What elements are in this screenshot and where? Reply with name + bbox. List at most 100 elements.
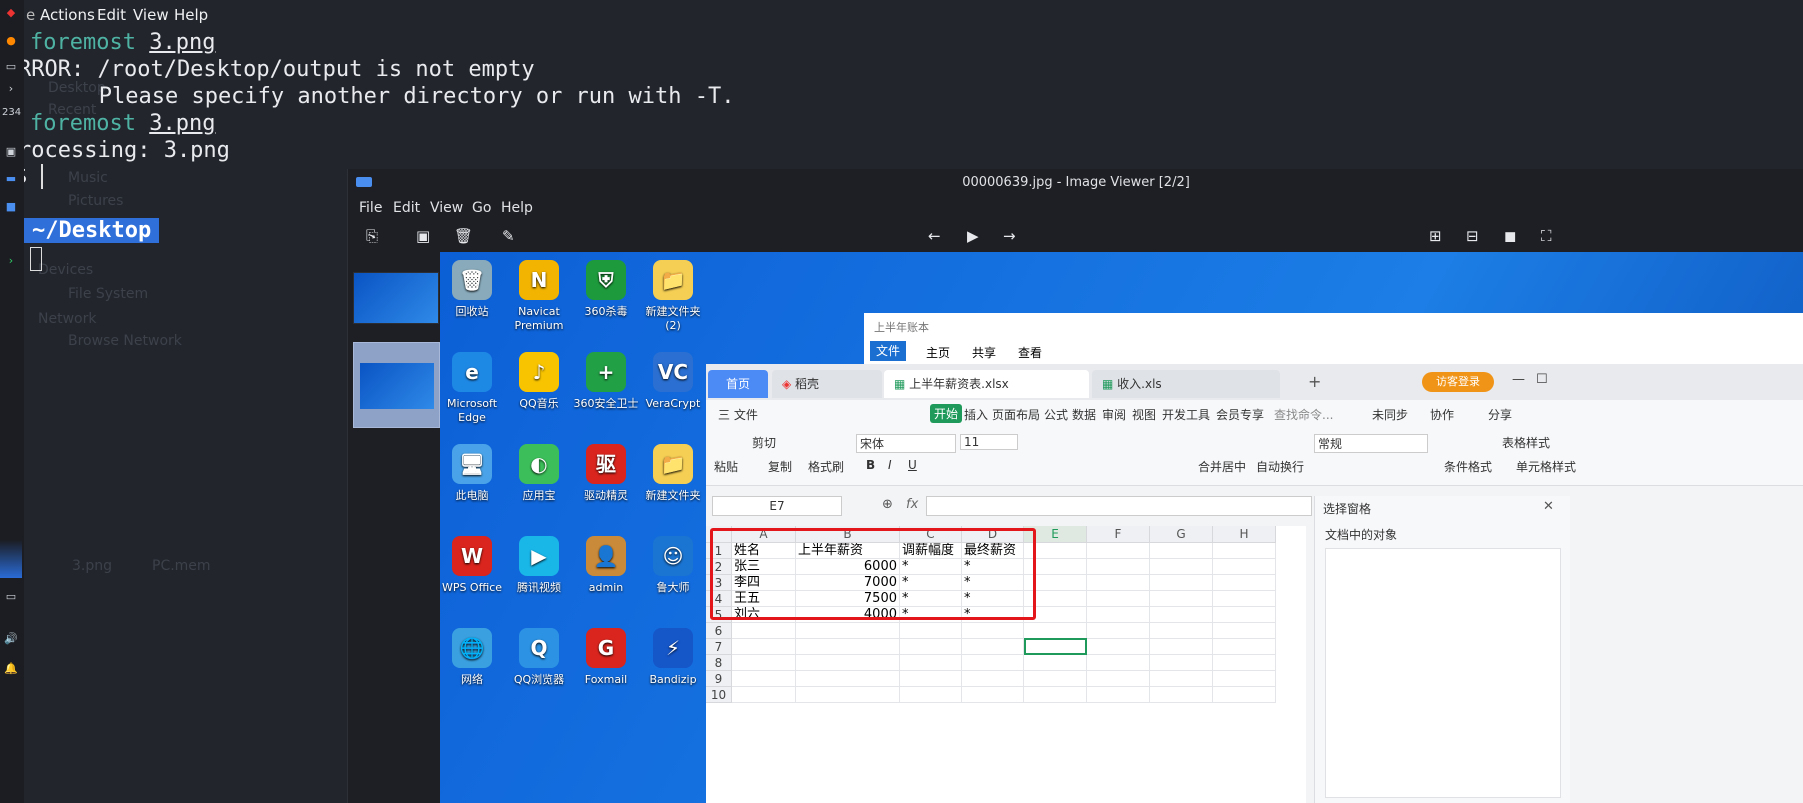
ribbon-wrap-text[interactable]: 自动换行	[1256, 458, 1304, 475]
wps-menu-member[interactable]: 会员专享	[1216, 406, 1264, 423]
wps-menu-insert[interactable]: 插入	[964, 406, 988, 423]
table-cell[interactable]	[1150, 591, 1213, 607]
firefox-icon[interactable]: ●	[2, 32, 20, 50]
table-cell[interactable]	[900, 671, 962, 687]
ribbon-cond-format[interactable]: 条件格式	[1444, 458, 1492, 475]
edit-icon[interactable]: ✎	[502, 227, 515, 245]
desktop-icon[interactable]: ⛨ 360杀毒	[570, 260, 642, 319]
table-cell[interactable]	[1150, 543, 1213, 559]
column-header[interactable]: H	[1213, 526, 1276, 543]
table-cell[interactable]	[796, 655, 900, 671]
ribbon-paste[interactable]: 粘贴	[714, 458, 738, 475]
row-header[interactable]: 7	[706, 639, 732, 655]
desktop-icon[interactable]: 👤 admin	[570, 536, 642, 595]
desktop-icon[interactable]: Q QQ浏览器	[503, 628, 575, 687]
table-cell[interactable]	[900, 623, 962, 639]
desktop-icon[interactable]: ▶ 腾讯视频	[503, 536, 575, 595]
delete-icon[interactable]: 🗑	[454, 227, 473, 245]
table-cell[interactable]	[1213, 543, 1276, 559]
menu-help[interactable]: Help	[174, 6, 208, 24]
table-cell[interactable]	[796, 639, 900, 655]
table-cell[interactable]	[962, 639, 1024, 655]
wps-menu-data[interactable]: 数据	[1072, 406, 1096, 423]
kali-logo-icon[interactable]: ◆	[2, 4, 20, 22]
menu-actions[interactable]: Actions	[40, 6, 95, 24]
table-cell[interactable]	[732, 671, 796, 687]
row-header[interactable]: 6	[706, 623, 732, 639]
table-cell[interactable]	[1087, 639, 1150, 655]
table-cell[interactable]	[796, 687, 900, 703]
ribbon-cell-style[interactable]: 单元格样式	[1516, 458, 1576, 475]
wps-tab-income[interactable]: ▦ 收入.xls	[1092, 370, 1280, 398]
thumbnail-1[interactable]	[353, 272, 439, 324]
table-cell[interactable]	[732, 639, 796, 655]
desktop-icon[interactable]: 🗑 回收站	[440, 260, 508, 319]
table-cell[interactable]	[900, 639, 962, 655]
table-cell[interactable]	[1213, 687, 1276, 703]
ribbon-copy[interactable]: 复制	[768, 458, 792, 475]
table-cell[interactable]	[1213, 591, 1276, 607]
table-cell[interactable]	[732, 655, 796, 671]
desktop-icon[interactable]: +360安全卫士	[570, 352, 642, 411]
table-cell[interactable]	[1087, 671, 1150, 687]
image-viewer-task-icon[interactable]: ▬	[2, 170, 20, 188]
table-cell[interactable]	[1213, 623, 1276, 639]
table-cell[interactable]	[962, 623, 1024, 639]
menu-file-partial[interactable]: e	[26, 6, 35, 24]
wps-share[interactable]: 分享	[1488, 406, 1512, 423]
table-cell[interactable]	[732, 623, 796, 639]
terminal-icon[interactable]: ▭	[2, 58, 20, 76]
row-header[interactable]: 8	[706, 655, 732, 671]
ribbon-format-painter[interactable]: 格式刷	[808, 458, 844, 475]
next-icon[interactable]: →	[1003, 227, 1016, 245]
table-cell[interactable]	[1150, 559, 1213, 575]
viewer-menu-view[interactable]: View	[430, 200, 463, 216]
explorer-tab-view[interactable]: 查看	[1018, 344, 1042, 361]
fullscreen-icon[interactable]: ⛶	[1541, 227, 1552, 245]
table-cell[interactable]	[900, 687, 962, 703]
row-header[interactable]: 10	[706, 687, 732, 703]
table-cell[interactable]	[1213, 607, 1276, 623]
shell-task-icon[interactable]: ›	[2, 252, 20, 270]
save-icon[interactable]: ▣	[416, 227, 430, 245]
wps-menu-start[interactable]: 开始	[930, 404, 963, 423]
table-cell[interactable]	[1087, 655, 1150, 671]
menu-edit[interactable]: Edit	[97, 6, 126, 24]
column-header[interactable]: F	[1087, 526, 1150, 543]
desktop-icon[interactable]: e Microsoft Edge	[440, 352, 508, 425]
wps-tab-docer[interactable]: ◈ 稻壳	[772, 370, 882, 398]
table-cell[interactable]	[1213, 575, 1276, 591]
table-cell[interactable]	[900, 655, 962, 671]
minimize-icon[interactable]: —	[1512, 372, 1525, 387]
guest-login-button[interactable]: 访客登录	[1422, 372, 1494, 392]
number-format-select[interactable]: 常规	[1314, 434, 1428, 453]
desktop-icon[interactable]: VC VeraCrypt	[637, 352, 709, 411]
table-cell[interactable]	[1150, 639, 1213, 655]
desktop-icon[interactable]: ☺ 鲁大师	[637, 536, 709, 595]
table-cell[interactable]	[796, 623, 900, 639]
table-cell[interactable]	[1087, 687, 1150, 703]
desktop-icon[interactable]: 驱驱动精灵	[570, 444, 642, 503]
viewer-menu-file[interactable]: File	[359, 200, 382, 216]
folder-task-icon[interactable]: ■	[2, 198, 20, 216]
menu-view[interactable]: View	[133, 6, 169, 24]
wps-collab[interactable]: 协作	[1430, 406, 1454, 423]
cell-reference-box[interactable]: E7	[712, 496, 842, 516]
wps-menu-review[interactable]: 审阅	[1102, 406, 1126, 423]
wps-menu-view[interactable]: 视图	[1132, 406, 1156, 423]
active-cell-e7[interactable]	[1024, 638, 1087, 655]
table-cell[interactable]	[1150, 687, 1213, 703]
wps-search-command[interactable]: 查找命令...	[1274, 406, 1333, 423]
desktop-icon[interactable]: ♪ QQ音乐	[503, 352, 575, 411]
desktop-icon[interactable]: 🌐 网络	[440, 628, 508, 687]
table-cell[interactable]	[1150, 671, 1213, 687]
zoom-in-icon[interactable]: ⊞	[1429, 227, 1442, 245]
viewer-menu-help[interactable]: Help	[501, 200, 533, 216]
wps-tab-home[interactable]: 首页	[708, 370, 768, 398]
table-cell[interactable]	[1087, 559, 1150, 575]
bell-icon[interactable]: 🔔	[2, 660, 20, 678]
new-tab-icon[interactable]: +	[1308, 372, 1321, 391]
monitor-icon[interactable]: ▭	[2, 588, 20, 606]
bold-icon[interactable]: B	[866, 458, 875, 472]
wps-menu-dev[interactable]: 开发工具	[1162, 406, 1210, 423]
